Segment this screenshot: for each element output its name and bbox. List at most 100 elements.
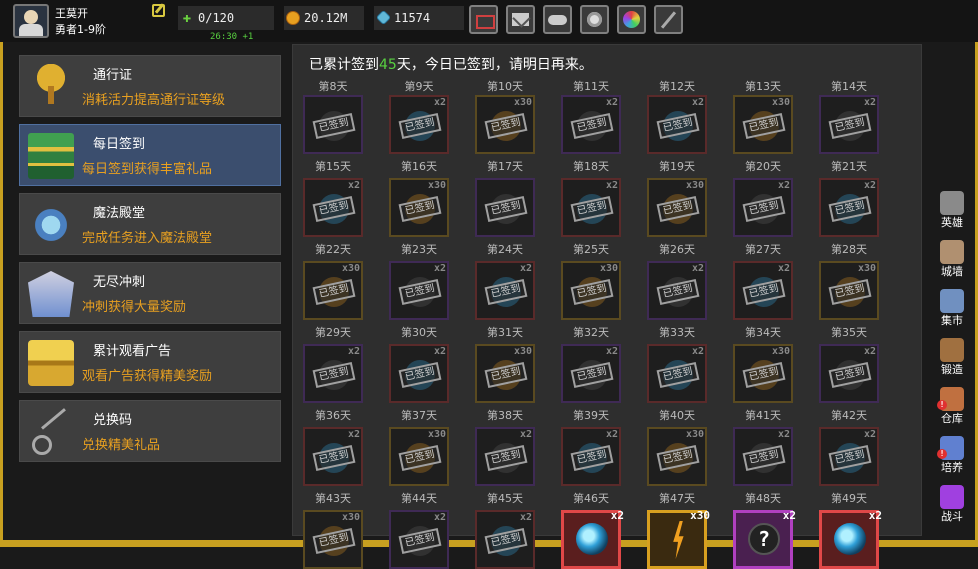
nav-battle[interactable]: 战斗 — [932, 484, 972, 524]
day-label: 第17天 — [487, 160, 523, 173]
reward-cell-signed[interactable]: 已签到 x2 — [475, 510, 535, 569]
reward-cell-signed[interactable]: 已签到 x2 — [647, 95, 707, 154]
reward-count: x2 — [605, 180, 618, 191]
day-label: 第43天 — [315, 492, 351, 505]
gold-icon — [286, 11, 300, 25]
reward-cell-signed[interactable]: 已签到 — [475, 178, 535, 237]
reward-cell-signed[interactable]: 已签到 — [303, 95, 363, 154]
gear-icon[interactable] — [580, 5, 609, 34]
menu-title: 通行证 — [93, 68, 133, 83]
reward-cell-signed[interactable]: 已签到 x2 — [819, 344, 879, 403]
stamina-value: 0/120 — [198, 11, 235, 25]
signed-stamp: 已签到 — [656, 362, 700, 388]
signed-stamp: 已签到 — [312, 279, 356, 305]
mail-icon[interactable] — [506, 5, 535, 34]
treasure-chest-icon — [28, 340, 74, 386]
reward-cell-signed[interactable]: 已签到 x2 — [303, 178, 363, 237]
reward-count: x30 — [341, 263, 360, 274]
signed-stamp: 已签到 — [484, 113, 528, 139]
nav-anvil[interactable]: 锻造 — [932, 337, 972, 377]
crystal-icon — [28, 202, 74, 248]
reward-cell-available[interactable]: x30 — [647, 509, 710, 569]
reward-count: x2 — [777, 429, 790, 440]
nav-hero[interactable]: 英雄 — [932, 190, 972, 230]
signed-stamp: 已签到 — [398, 113, 442, 139]
reward-cell-signed[interactable]: 已签到 x30 — [475, 344, 535, 403]
reward-cell-signed[interactable]: 已签到 x2 — [733, 427, 793, 486]
color-wheel-icon[interactable] — [617, 5, 646, 34]
reward-cell-signed[interactable]: 已签到 x30 — [647, 427, 707, 486]
nav-label: 城墙 — [941, 265, 963, 278]
menu-magic-hall[interactable]: 魔法殿堂 完成任务进入魔法殿堂 — [19, 193, 281, 255]
reward-count: x2 — [691, 346, 704, 357]
reward-cell-signed[interactable]: 已签到 x30 — [733, 95, 793, 154]
reward-count: x2 — [782, 509, 796, 522]
gem-counter: 11574 — [374, 6, 464, 30]
bolt-icon — [673, 521, 684, 559]
reward-cell-available[interactable]: x2 — [561, 509, 624, 569]
reward-cell-signed[interactable]: 已签到 x30 — [475, 95, 535, 154]
nav-wall[interactable]: 城墙 — [932, 239, 972, 279]
reward-cell-signed[interactable]: 已签到 x2 — [819, 95, 879, 154]
menu-watch-ads[interactable]: 累计观看广告 观看广告获得精美奖励 — [19, 331, 281, 393]
reward-cell-signed[interactable]: 已签到 x2 — [647, 344, 707, 403]
signed-stamp: 已签到 — [312, 445, 356, 471]
reward-cell-signed[interactable]: 已签到 x2 — [733, 178, 793, 237]
reward-cell-signed[interactable]: 已签到 x2 — [389, 344, 449, 403]
reward-cell-signed[interactable]: 已签到 x30 — [647, 178, 707, 237]
reward-cell-signed[interactable]: 已签到 x2 — [561, 427, 621, 486]
signed-stamp: 已签到 — [656, 196, 700, 222]
reward-cell-signed[interactable]: 已签到 x2 — [819, 427, 879, 486]
reward-cell-signed[interactable]: 已签到 x30 — [303, 510, 363, 569]
shield-icon — [28, 271, 74, 317]
reward-cell-signed[interactable]: 已签到 x2 — [303, 427, 363, 486]
reward-cell-signed[interactable]: 已签到 x2 — [561, 95, 621, 154]
tool-icon[interactable] — [654, 5, 683, 34]
reward-cell-signed[interactable]: 已签到 x30 — [389, 427, 449, 486]
day-label: 第11天 — [573, 80, 609, 93]
menu-daily-signin[interactable]: 每日签到 每日签到获得丰富礼品 — [19, 124, 281, 186]
menu-redeem-code[interactable]: 兑换码 兑换精美礼品 — [19, 400, 281, 462]
reward-cell-signed[interactable]: 已签到 x30 — [303, 261, 363, 320]
reward-count: x2 — [347, 180, 360, 191]
day-label: 第47天 — [659, 492, 695, 505]
menu-battle-pass[interactable]: 通行证 消耗活力提高通行证等级 — [19, 55, 281, 117]
reward-cell-signed[interactable]: 已签到 x2 — [389, 261, 449, 320]
reward-cell-signed[interactable]: 已签到 x2 — [647, 261, 707, 320]
menu-title: 每日签到 — [93, 137, 146, 152]
reward-count: x30 — [427, 429, 446, 440]
reward-cell-signed[interactable]: 已签到 x2 — [389, 510, 449, 569]
reward-count: x2 — [691, 97, 704, 108]
reward-cell-signed[interactable]: 已签到 x2 — [561, 178, 621, 237]
reward-cell-signed[interactable]: 已签到 x2 — [475, 261, 535, 320]
reward-cell-signed[interactable]: 已签到 x30 — [389, 178, 449, 237]
shop-cart-icon[interactable] — [469, 5, 498, 34]
orb-icon — [834, 523, 866, 555]
menu-endless-sprint[interactable]: 无尽冲刺 冲刺获得大量奖励 — [19, 262, 281, 324]
reward-cell-signed[interactable]: 已签到 x2 — [389, 95, 449, 154]
player-avatar[interactable] — [13, 4, 49, 38]
gamepad-icon[interactable] — [543, 5, 572, 34]
menu-desc: 每日签到获得丰富礼品 — [82, 162, 213, 177]
day-label: 第30天 — [401, 326, 437, 339]
signin-suffix: 天，今日已签到，请明日再来。 — [396, 57, 593, 73]
reward-cell-signed[interactable]: 已签到 x2 — [475, 427, 535, 486]
edit-icon[interactable] — [152, 4, 165, 17]
reward-cell-signed[interactable]: 已签到 x2 — [561, 344, 621, 403]
reward-cell-available[interactable]: x2 — [819, 509, 882, 569]
day-label: 第20天 — [745, 160, 781, 173]
stamina-counter: ✚ 0/120 — [178, 6, 274, 30]
reward-cell-available[interactable]: ? x2 — [733, 509, 796, 569]
reward-cell-signed[interactable]: 已签到 x2 — [303, 344, 363, 403]
reward-cell-signed[interactable]: 已签到 x30 — [733, 344, 793, 403]
nav-market[interactable]: 集市 — [932, 288, 972, 328]
reward-cell-signed[interactable]: 已签到 x2 — [733, 261, 793, 320]
reward-cell-signed[interactable]: 已签到 x30 — [561, 261, 621, 320]
menu-desc: 冲刺获得大量奖励 — [82, 300, 187, 315]
reward-cell-signed[interactable]: 已签到 x2 — [819, 178, 879, 237]
day-label: 第25天 — [573, 243, 609, 256]
signed-stamp: 已签到 — [398, 362, 442, 388]
nav-train[interactable]: ! 培养 — [932, 435, 972, 475]
reward-cell-signed[interactable]: 已签到 x30 — [819, 261, 879, 320]
nav-warehouse[interactable]: ! 仓库 — [932, 386, 972, 426]
